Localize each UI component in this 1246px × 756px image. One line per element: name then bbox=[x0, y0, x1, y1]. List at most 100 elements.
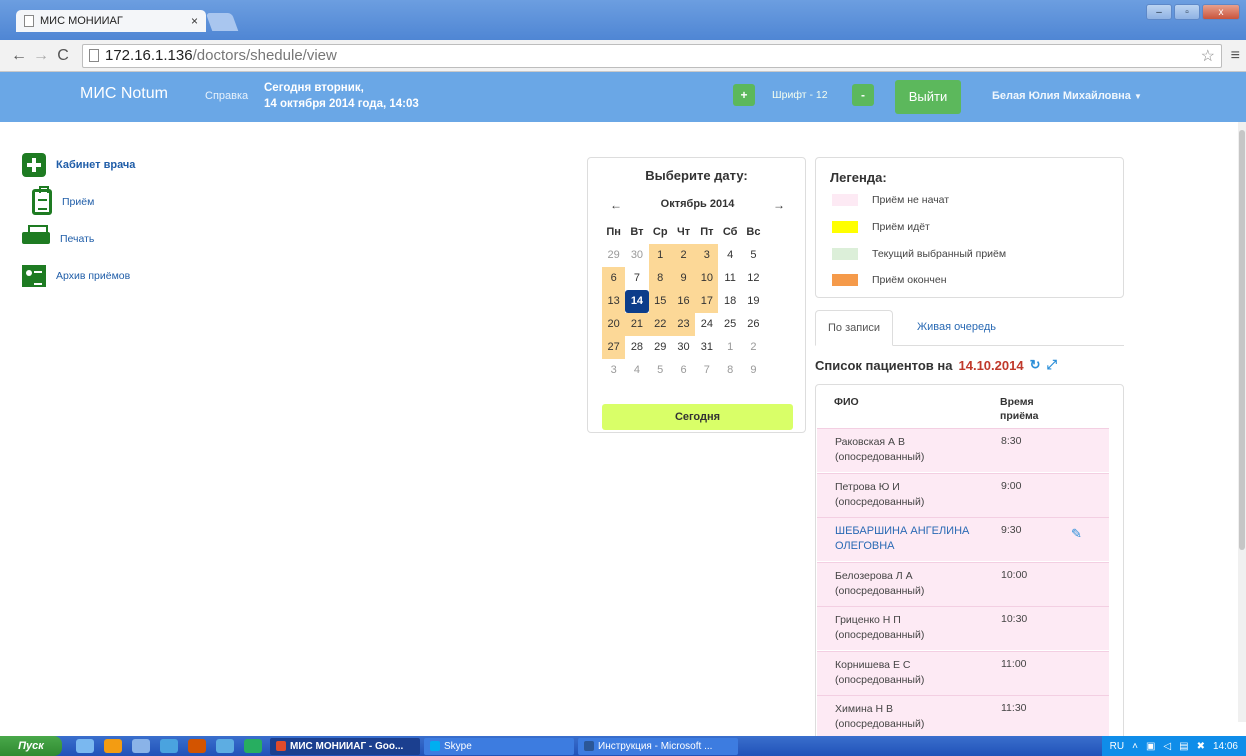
calendar-day[interactable]: 8 bbox=[648, 267, 672, 290]
calendar-day[interactable]: 9 bbox=[742, 359, 765, 382]
speaker-app-icon[interactable] bbox=[216, 739, 234, 753]
patient-row[interactable]: Корнишева Е С (опосредованный) 11:00 bbox=[817, 650, 1109, 695]
window-close-icon[interactable]: x bbox=[1202, 4, 1240, 20]
forward-icon[interactable]: → bbox=[30, 47, 52, 65]
calendar-day[interactable]: 27 bbox=[602, 336, 626, 359]
patient-row[interactable]: Белозерова Л А (опосредованный) 10:00 bbox=[817, 561, 1109, 606]
calendar-day[interactable]: 4 bbox=[718, 244, 741, 267]
calendar-day[interactable]: 21 bbox=[625, 313, 649, 336]
task-button-word[interactable]: Инструкция - Microsoft ... bbox=[578, 737, 738, 755]
calendar-day[interactable]: 29 bbox=[649, 336, 672, 359]
sidebar-item-print[interactable]: Печать bbox=[22, 220, 135, 257]
font-decrease-button[interactable]: - bbox=[852, 84, 874, 106]
patient-row[interactable]: ШЕБАРШИНА АНГЕЛИНА ОЛЕГОВНА 9:30 ✎ bbox=[817, 517, 1109, 561]
calendar-day[interactable]: 10 bbox=[695, 267, 719, 290]
minimize-icon[interactable]: – bbox=[1146, 4, 1172, 20]
calendar-day[interactable]: 5 bbox=[742, 244, 765, 267]
calendar-day[interactable]: 28 bbox=[625, 336, 648, 359]
user-menu[interactable]: Белая Юлия Михайловна ▼ bbox=[992, 90, 1142, 102]
patient-row[interactable]: Химина Н В (опосредованный) 11:30 bbox=[817, 695, 1109, 739]
calendar-day[interactable]: 17 bbox=[695, 290, 719, 313]
calendar-day[interactable]: 13 bbox=[602, 290, 626, 313]
app-logo[interactable]: МИС Notum bbox=[80, 85, 168, 103]
monitor-icon[interactable]: ▤ bbox=[1179, 741, 1188, 752]
bookmark-star-icon[interactable]: ☆ bbox=[1201, 46, 1215, 66]
task-button-skype[interactable]: Skype bbox=[424, 737, 574, 755]
next-month-icon[interactable]: → bbox=[773, 198, 785, 214]
calendar-day[interactable]: 15 bbox=[648, 290, 672, 313]
calendar-day[interactable]: 24 bbox=[695, 313, 718, 336]
calendar-day-selected[interactable]: 14 bbox=[625, 290, 649, 313]
calendar-day[interactable]: 16 bbox=[671, 290, 696, 313]
font-increase-button[interactable]: + bbox=[733, 84, 755, 106]
calendar-day[interactable]: 20 bbox=[602, 313, 626, 336]
calendar-day[interactable]: 9 bbox=[671, 267, 696, 290]
media-player-icon[interactable] bbox=[104, 739, 122, 753]
back-icon[interactable]: ← bbox=[8, 47, 30, 65]
help-link[interactable]: Справка bbox=[205, 90, 248, 102]
calendar-day[interactable]: 6 bbox=[602, 267, 626, 290]
calendar-day[interactable]: 30 bbox=[625, 244, 648, 267]
expand-icon[interactable]: ⤢ bbox=[1046, 357, 1056, 373]
calendar-day[interactable]: 26 bbox=[742, 313, 765, 336]
sidebar-item-doctor-office[interactable]: Кабинет врача bbox=[22, 146, 135, 183]
tab-live-queue[interactable]: Живая очередь bbox=[905, 310, 1008, 346]
patient-name[interactable]: ШЕБАРШИНА АНГЕЛИНА ОЛЕГОВНА bbox=[835, 524, 985, 554]
browser-menu-icon[interactable]: ≡ bbox=[1231, 47, 1240, 65]
patient-row[interactable]: Петрова Ю И (опосредованный) 9:00 bbox=[817, 472, 1109, 517]
calendar-day[interactable]: 31 bbox=[695, 336, 718, 359]
calendar-day[interactable]: 30 bbox=[672, 336, 695, 359]
new-tab-button[interactable] bbox=[205, 13, 239, 31]
calendar-day[interactable]: 25 bbox=[718, 313, 741, 336]
alert-icon[interactable]: ✖ bbox=[1197, 741, 1205, 752]
patient-row[interactable]: Гриценко Н П (опосредованный) 10:30 bbox=[817, 606, 1109, 650]
calendar-day[interactable]: 1 bbox=[718, 336, 741, 359]
sidebar-item-appointment[interactable]: Приём bbox=[22, 183, 135, 220]
browser-tab[interactable]: МИС МОНИИАГ × bbox=[16, 10, 206, 32]
address-bar[interactable]: 172.16.1.136/doctors/shedule/view ☆ bbox=[82, 43, 1222, 68]
calendar-day[interactable]: 22 bbox=[648, 313, 672, 336]
tray-arrow-icon[interactable]: ˄ bbox=[1132, 741, 1138, 752]
edit-icon[interactable]: ✎ bbox=[1071, 526, 1082, 542]
calendar-day[interactable]: 8 bbox=[718, 359, 741, 382]
sidebar-item-archive[interactable]: Архив приёмов bbox=[22, 257, 135, 294]
folder-icon[interactable] bbox=[132, 739, 150, 753]
show-desktop-icon[interactable] bbox=[76, 739, 94, 753]
calendar-day[interactable]: 4 bbox=[625, 359, 648, 382]
calendar-day[interactable]: 7 bbox=[625, 267, 648, 290]
maximize-icon[interactable]: ▫ bbox=[1174, 4, 1200, 20]
calendar-day[interactable]: 2 bbox=[671, 244, 696, 267]
tab-by-appointment[interactable]: По записи bbox=[815, 310, 893, 346]
calendar-day[interactable]: 3 bbox=[695, 244, 719, 267]
task-button-chrome[interactable]: МИС МОНИИАГ - Goo... bbox=[270, 737, 420, 755]
calendar-day[interactable]: 3 bbox=[602, 359, 625, 382]
calendar-day[interactable]: 5 bbox=[649, 359, 672, 382]
calendar-day[interactable]: 6 bbox=[672, 359, 695, 382]
ie-browser-icon[interactable] bbox=[160, 739, 178, 753]
calendar-day[interactable]: 1 bbox=[648, 244, 672, 267]
patient-table: ФИО Время приёма Раковская А В (опосредов… bbox=[815, 384, 1124, 756]
start-button[interactable]: Пуск bbox=[0, 736, 62, 756]
scrollbar-thumb[interactable] bbox=[1239, 130, 1245, 550]
logout-button[interactable]: Выйти bbox=[895, 80, 961, 114]
calendar-day[interactable]: 29 bbox=[602, 244, 625, 267]
network-icon[interactable]: ▣ bbox=[1146, 741, 1155, 752]
calendar-day[interactable]: 12 bbox=[742, 267, 765, 290]
today-button[interactable]: Сегодня bbox=[602, 404, 793, 430]
language-indicator[interactable]: RU bbox=[1110, 741, 1124, 752]
refresh-icon[interactable]: ↻ bbox=[1030, 357, 1041, 373]
gear-app-icon[interactable] bbox=[244, 739, 262, 753]
tab-close-icon[interactable]: × bbox=[191, 14, 198, 28]
calendar-day[interactable]: 2 bbox=[742, 336, 765, 359]
page-scrollbar[interactable] bbox=[1238, 122, 1246, 722]
volume-icon[interactable]: ◁ bbox=[1163, 741, 1171, 752]
calendar-day[interactable]: 19 bbox=[742, 290, 765, 313]
prev-month-icon[interactable]: ← bbox=[610, 198, 622, 214]
patient-row[interactable]: Раковская А В (опосредованный) 8:30 bbox=[817, 428, 1109, 472]
yandex-icon[interactable] bbox=[188, 739, 206, 753]
calendar-day[interactable]: 11 bbox=[718, 267, 741, 290]
calendar-day[interactable]: 7 bbox=[695, 359, 718, 382]
reload-icon[interactable]: C bbox=[52, 47, 74, 65]
calendar-day[interactable]: 18 bbox=[718, 290, 741, 313]
calendar-day[interactable]: 23 bbox=[671, 313, 696, 336]
